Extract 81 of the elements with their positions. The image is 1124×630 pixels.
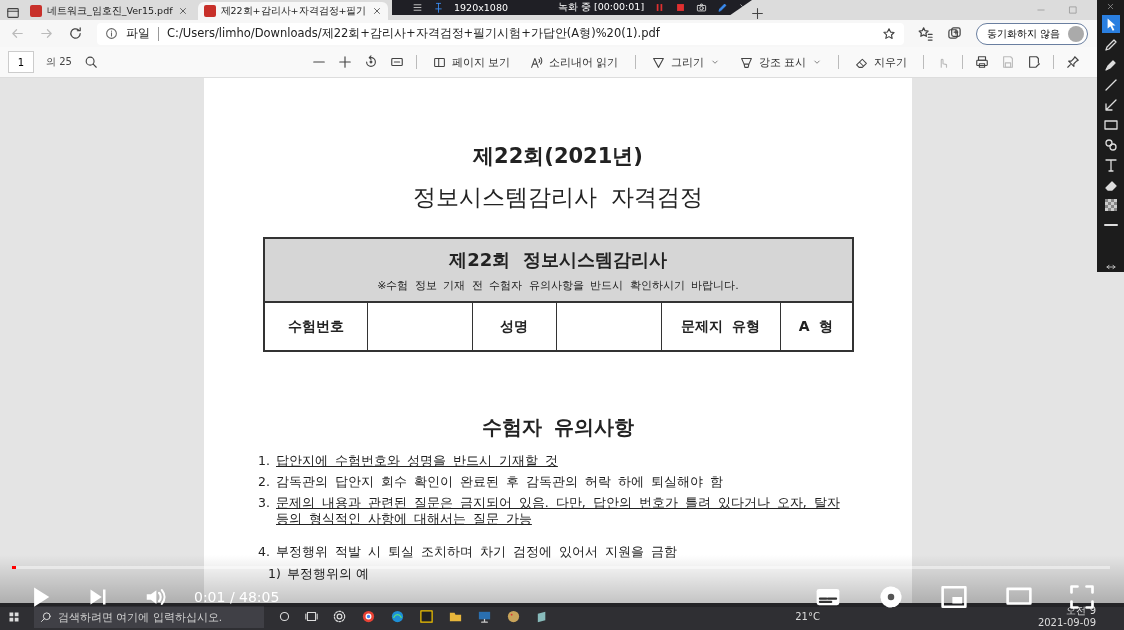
notice-text: 부정행위 적발 시 퇴실 조치하며 차기 검정에 있어서 지원을 금함: [276, 544, 678, 560]
windows-logo-icon[interactable]: [8, 610, 20, 623]
list-number: 1): [268, 566, 281, 583]
sticky-note-icon[interactable]: [419, 609, 434, 624]
stop-icon[interactable]: [675, 2, 687, 13]
browser-tab[interactable]: 제22회+감리사+자격검정+필기: [197, 2, 388, 20]
recording-status: 녹화 중 [00:00:01]: [558, 1, 645, 14]
notice-text: 답안지에 수험번호와 성명을 반드시 기재할 것: [276, 453, 559, 469]
volume-button[interactable]: [144, 586, 166, 608]
list-number: 4.: [258, 544, 270, 560]
browser-circle-icon[interactable]: [361, 609, 376, 624]
read-aloud-icon: [530, 55, 543, 69]
highlighter-icon: [739, 55, 753, 69]
gear-icon[interactable]: [332, 609, 347, 624]
toolbar-button[interactable]: 지우기: [851, 52, 911, 72]
miniplayer-button[interactable]: [940, 584, 968, 610]
favorites-icon[interactable]: [917, 26, 933, 41]
toolbar-button[interactable]: 페이지 보기: [428, 52, 514, 72]
wave-circle-icon[interactable]: [390, 609, 405, 624]
table-cell: 성명: [471, 303, 556, 350]
add-favorite-icon[interactable]: [881, 26, 896, 41]
rectangle-icon[interactable]: [1102, 117, 1119, 133]
print-icon[interactable]: [975, 55, 989, 69]
collections-icon[interactable]: [946, 26, 962, 41]
document-subtitle: 정보시스템감리사 자격검정: [413, 183, 703, 212]
toolbar-button[interactable]: 강조 표시: [735, 52, 826, 72]
page-view-icon: [432, 55, 446, 69]
notice-text: 문제의 내용과 관련된 질문은 금지되어 있음. 다만, 답안의 번호가 틀려 있다거나 오자, 탈자 등의 형식적인 사항에 대해서는 질문 가능: [276, 495, 841, 527]
rotate-icon[interactable]: [363, 55, 378, 69]
settings-button[interactable]: [878, 584, 904, 610]
search-icon[interactable]: [83, 55, 98, 69]
notice-text: 감독관의 답안지 회수 확인이 완료된 후 감독관의 허락 하에 퇴실해야 함: [276, 474, 724, 490]
arrow-icon[interactable]: [1102, 97, 1119, 113]
page-count: 의 25: [46, 55, 72, 69]
skip-next-icon: [88, 587, 108, 607]
cursor-icon[interactable]: [1101, 15, 1120, 33]
address-field[interactable]: 파일 C:/Users/limho/Downloads/제22회+감리사+자격검정+필기시험+가답안(A형)%20(1).pdf: [97, 22, 904, 45]
avatar-icon: [1068, 25, 1084, 42]
zoom-in-icon[interactable]: [337, 55, 352, 69]
fit-page-icon[interactable]: [389, 55, 404, 69]
pin-icon[interactable]: [1066, 55, 1080, 69]
new-tab-icon[interactable]: [750, 7, 764, 20]
list-number: 2.: [258, 474, 270, 490]
monitor-icon[interactable]: [477, 609, 492, 624]
table-cell: 문제지 유형: [660, 303, 780, 350]
pdf-file-icon: [203, 5, 216, 17]
table-note: ※수험 정보 기재 전 수험자 유의사항을 반드시 확인하시기 바랍니다.: [377, 277, 739, 293]
next-button[interactable]: [88, 587, 108, 607]
video-time: 0:01 / 48:05: [194, 589, 280, 605]
document-title: 제22회(2021년): [473, 143, 643, 170]
url-text: C:/Users/limho/Downloads/제22회+감리사+자격검정+필기시험+가답안(A형)%20(1).pdf: [167, 26, 660, 41]
notice-text: 부정행위의 예: [286, 566, 369, 583]
resolution-text: 1920x1080: [454, 2, 508, 13]
pdf-file-icon: [30, 5, 42, 17]
tab-actions-icon[interactable]: [6, 6, 20, 20]
pin-icon[interactable]: [433, 2, 444, 13]
volume-icon: [144, 586, 166, 608]
list-number: 3.: [258, 495, 270, 512]
table-cell-text: 수험번호: [286, 316, 345, 336]
camera-icon[interactable]: [696, 2, 708, 13]
table-heading: 제22회 정보시스템감리사: [449, 247, 667, 272]
checker-icon[interactable]: [1102, 197, 1119, 213]
taskbar-search-field[interactable]: 검색하려면 여기에 입력하십시오.: [34, 605, 264, 628]
page-number-field[interactable]: 1: [8, 51, 34, 73]
toolbar-button[interactable]: 소리내어 읽기: [526, 52, 623, 72]
refresh-icon[interactable]: [68, 26, 83, 41]
miniplayer-icon: [940, 584, 968, 610]
toolbar-button[interactable]: 그리기: [647, 52, 724, 72]
search-icon: [40, 610, 52, 623]
table-cell: A 형: [779, 303, 852, 350]
file-scheme-label: 파일: [126, 26, 150, 41]
clock-date: 2021-09-09: [1037, 616, 1096, 629]
menu-icon[interactable]: [412, 2, 423, 13]
pencil-icon[interactable]: [1102, 37, 1119, 53]
info-icon: [105, 27, 118, 40]
list-number: 1.: [258, 453, 270, 469]
notice-heading: 수험자 유의사항: [481, 414, 635, 441]
browser-tab[interactable]: 네트워크_임호진_Ver15.pdf: [24, 2, 194, 20]
weather-reading: 21°C: [795, 611, 820, 622]
task-view-icon[interactable]: [305, 610, 318, 623]
profile-button[interactable]: 동기화하지 않음: [975, 22, 1088, 45]
